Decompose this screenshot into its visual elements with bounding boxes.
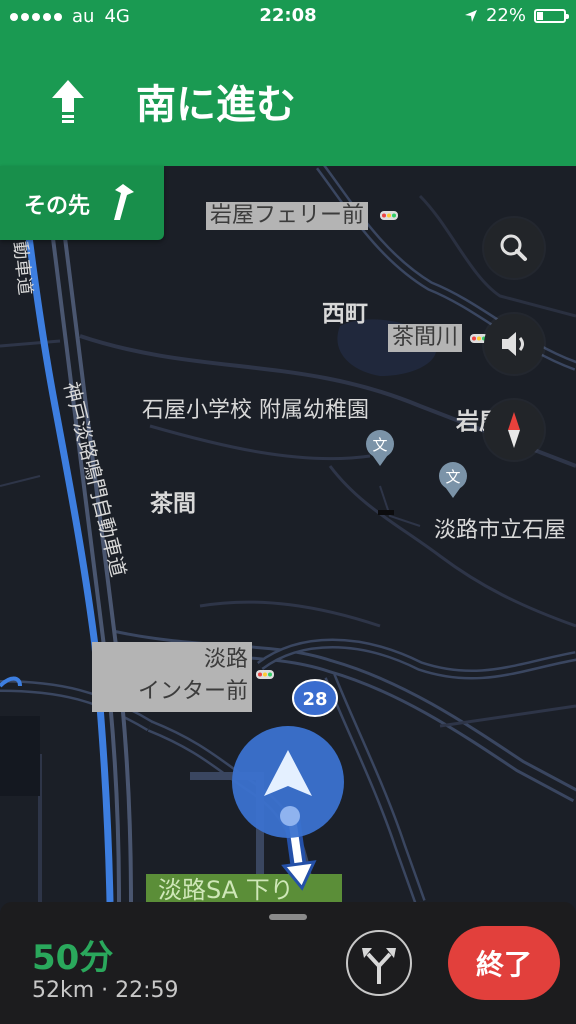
instruction-text: 南に進む xyxy=(136,82,296,128)
poi-label-chama-river: 茶間川 xyxy=(388,324,463,352)
fork-arrows-icon xyxy=(362,948,396,984)
place-label-nishimachi: 西町 xyxy=(322,301,368,327)
sa-label: 淡路SA 下り xyxy=(158,876,294,902)
battery-percent: 22% xyxy=(485,5,526,26)
poi-label-awaji-city: 淡路市立石屋 xyxy=(434,518,567,543)
awaji-ic-line1: 淡路 xyxy=(203,647,248,672)
awaji-ic-line2: インター前 xyxy=(137,679,248,704)
alternate-routes-button[interactable] xyxy=(346,930,412,996)
status-right: 22% xyxy=(464,5,569,26)
location-arrow-icon xyxy=(464,9,477,22)
battery-icon xyxy=(534,8,569,23)
search-button[interactable] xyxy=(484,218,544,278)
then-instruction: その先 xyxy=(0,166,164,240)
route-number: 28 xyxy=(302,689,327,710)
arrow-up-icon xyxy=(52,80,84,123)
search-icon xyxy=(500,234,527,261)
end-navigation-button[interactable]: 終了 xyxy=(448,926,560,1000)
speaker-icon xyxy=(502,332,524,356)
poi-label-awaji-ic: 淡路 インター前 xyxy=(92,642,252,712)
turn-slight-right-icon xyxy=(114,184,134,220)
place-label-chama: 茶間 xyxy=(150,491,196,517)
navigation-header: 南に進む xyxy=(0,34,576,166)
compass-icon xyxy=(508,412,520,448)
trip-summary-panel[interactable]: 50分 52km · 22:59 終了 xyxy=(0,902,576,1024)
drag-handle[interactable] xyxy=(269,914,307,920)
poi-label-iwaya-ferry: 岩屋フェリー前 xyxy=(206,202,369,230)
compass-button[interactable] xyxy=(484,400,544,460)
route-shield: 28 xyxy=(292,679,338,717)
map-view[interactable]: 文 文 28 神戸淡路鳴門自動車道 動車道 淡路SA 下り 岩屋フェリー前 西町… xyxy=(0,166,576,902)
sound-button[interactable] xyxy=(484,314,544,374)
school-glyph: 文 xyxy=(372,436,387,454)
status-bar: au 4G 22:08 22% xyxy=(0,0,576,34)
traffic-light-icon xyxy=(256,670,274,679)
poi-label-school: 石屋小学校 附属幼稚園 xyxy=(142,398,369,423)
trip-details: 52km · 22:59 xyxy=(32,978,179,1003)
school-glyph: 文 xyxy=(445,468,460,486)
then-label: その先 xyxy=(24,194,91,219)
eta-duration: 50分 xyxy=(32,938,114,978)
traffic-light-icon xyxy=(380,211,398,220)
